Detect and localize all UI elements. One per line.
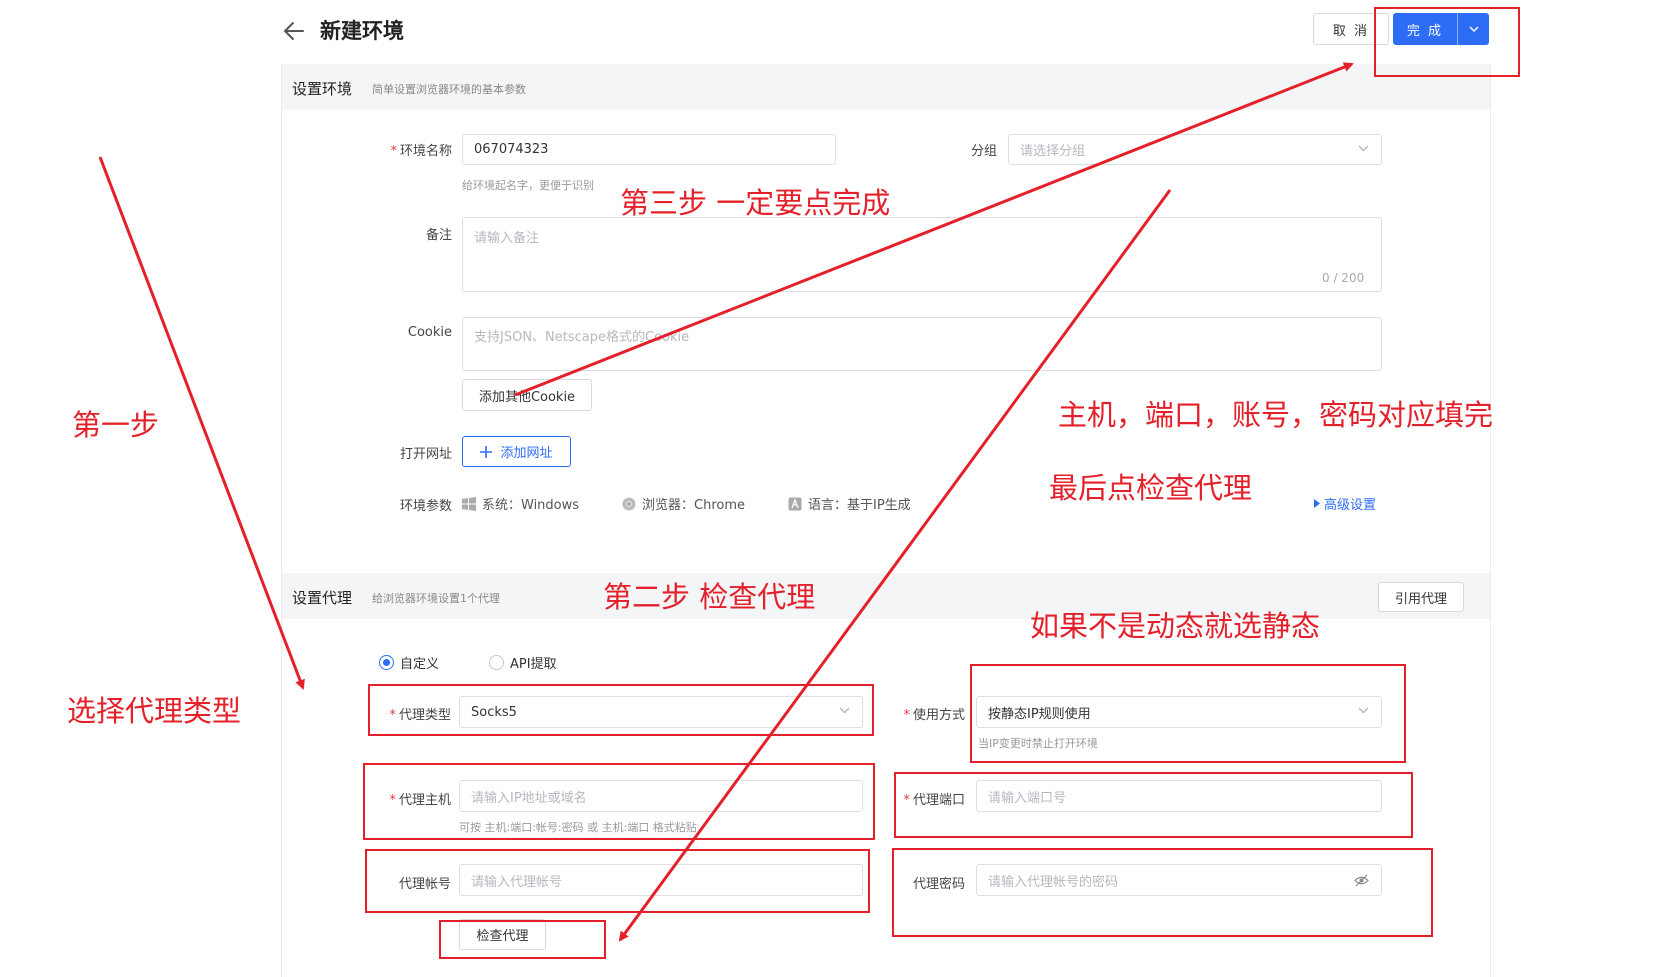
arrow-step3 [514, 62, 1354, 397]
annotation-choose-type: 选择代理类型 [67, 694, 242, 728]
annotation-arrows [98, 62, 1354, 942]
annotation-step1: 第一步 [72, 408, 160, 442]
annotation-static: 如果不是动态就选静态 [1030, 609, 1321, 643]
annotation-last: 最后点检查代理 [1049, 471, 1253, 505]
arrow-step2 [618, 189, 1172, 942]
annotation-fill: 主机，端口，账号，密码对应填完 [1058, 398, 1494, 432]
annotation-step2: 第二步 检查代理 [603, 580, 816, 614]
annotation-step3: 第三步 一定要点完成 [620, 186, 891, 220]
